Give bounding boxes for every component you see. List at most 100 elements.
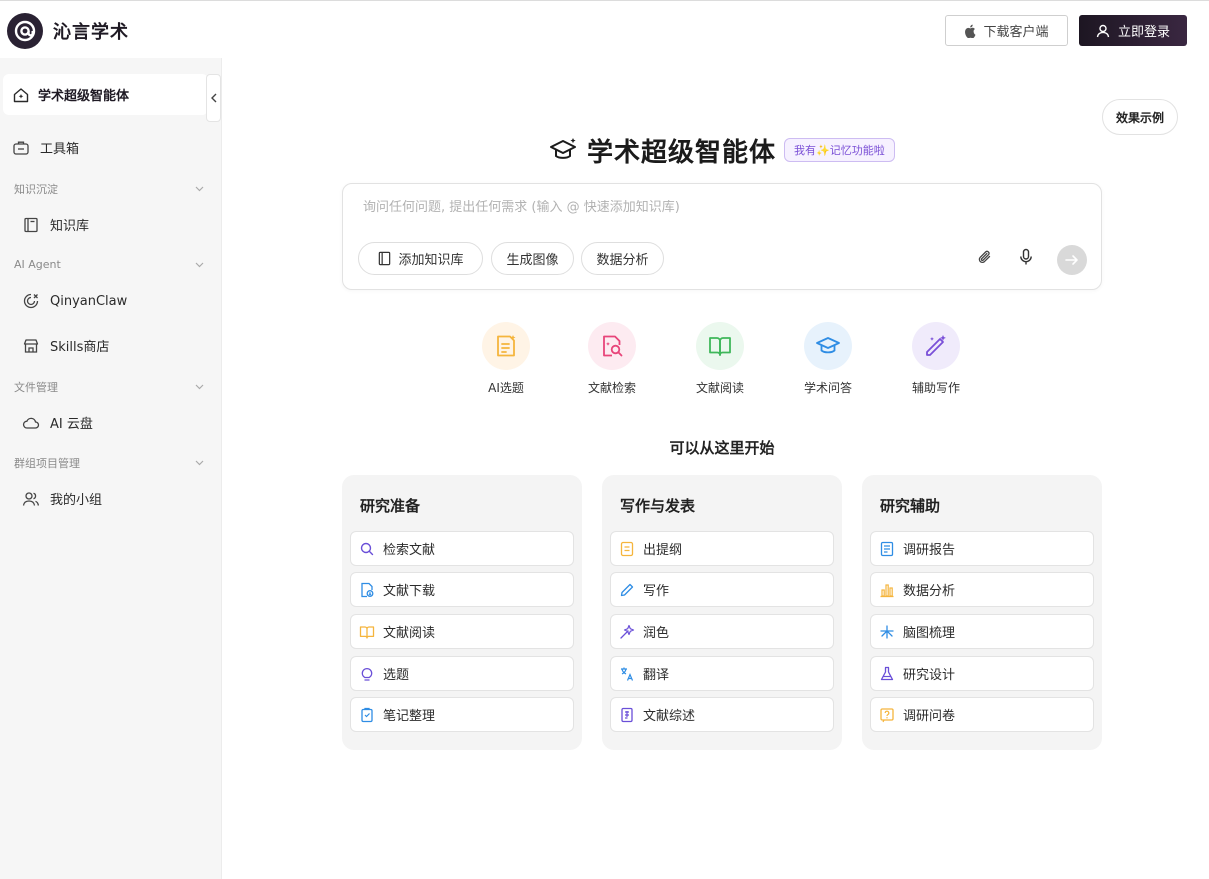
send-button[interactable] — [1057, 245, 1087, 275]
download-client-button[interactable]: 下载客户端 — [945, 15, 1068, 46]
feature-icon-circle — [482, 322, 530, 370]
feature-academic-qa[interactable]: 学术问答 — [783, 322, 873, 396]
pencil-icon — [620, 583, 634, 596]
chip-label: 添加知识库 — [398, 253, 464, 268]
card-item-research-design[interactable]: 研究设计 — [870, 656, 1094, 691]
feature-icon-circle — [696, 322, 744, 370]
generate-image-chip[interactable]: 生成图像 — [491, 242, 574, 275]
doc-search-icon — [603, 335, 623, 357]
review-icon — [621, 707, 633, 722]
chevron-down-icon — [195, 186, 204, 192]
feature-label: 文献阅读 — [695, 381, 744, 395]
logo-at-icon — [14, 20, 36, 42]
sidebar-item-my-group[interactable]: 我的小组 — [22, 489, 102, 508]
translate-icon — [621, 667, 634, 681]
sidebar-group-title: 知识沉淀 — [14, 183, 58, 196]
card-item-search-literature[interactable]: 检索文献 — [350, 531, 574, 566]
memory-feature-badge[interactable]: 我有✨记忆功能啦 — [784, 138, 895, 162]
chevron-down-icon — [195, 262, 204, 267]
note-sparkle-icon — [497, 335, 516, 357]
logo[interactable] — [7, 13, 43, 49]
search-icon — [360, 542, 374, 555]
book-icon — [24, 217, 38, 232]
feature-literature-reading[interactable]: 文献阅读 — [675, 322, 765, 396]
card-item-label: 选题 — [383, 668, 410, 683]
feature-ai-topic[interactable]: AI选题 — [461, 322, 551, 396]
start-here-heading: 可以从这里开始 — [669, 439, 775, 457]
sidebar-item-qinyanclaw[interactable]: QinyanClaw — [22, 292, 127, 310]
flask-icon — [880, 666, 894, 680]
card-item-data-analysis[interactable]: 数据分析 — [870, 572, 1094, 607]
sidebar-group-title: 文件管理 — [14, 381, 58, 394]
sidebar-group-knowledge[interactable]: 知识沉淀 — [14, 181, 204, 197]
card-item-mindmap[interactable]: 脑图梳理 — [870, 614, 1094, 649]
outline-icon — [620, 541, 634, 556]
attachment-icon[interactable] — [976, 248, 994, 266]
feature-icon-circle — [804, 322, 852, 370]
sidebar-item-label: 工具箱 — [40, 142, 80, 157]
cloud-icon — [22, 417, 40, 429]
chat-composer: 添加知识库 生成图像 数据分析 — [342, 183, 1102, 290]
chevron-down-icon — [195, 460, 204, 466]
login-label: 立即登录 — [1117, 25, 1170, 40]
toolbox-icon — [13, 141, 29, 155]
card-writing-publishing: 写作与发表 出提纲 写作 润色 翻译 文献综述 — [602, 475, 842, 750]
sidebar-item-knowledge-base[interactable]: 知识库 — [22, 215, 89, 234]
card-item-write[interactable]: 写作 — [610, 572, 834, 607]
card-item-notes[interactable]: 笔记整理 — [350, 697, 574, 732]
sidebar-item-toolbox[interactable]: 工具箱 — [12, 138, 79, 157]
mindmap-icon — [880, 624, 894, 639]
feature-writing-assist[interactable]: 辅助写作 — [891, 322, 981, 396]
top-header: 沁言学术 下载客户端 立即登录 — [0, 0, 1209, 58]
sidebar-item-label: 知识库 — [50, 219, 90, 234]
report-icon — [880, 541, 894, 556]
login-button[interactable]: 立即登录 — [1079, 15, 1187, 46]
card-item-label: 检索文献 — [383, 543, 436, 558]
card-item-label: 数据分析 — [903, 584, 956, 599]
card-item-label: 文献综述 — [643, 709, 696, 724]
doc-download-icon — [361, 582, 374, 597]
clipboard-icon — [361, 707, 373, 722]
chevron-down-icon — [195, 384, 204, 390]
polish-icon — [620, 624, 635, 639]
card-item-topic[interactable]: 选题 — [350, 656, 574, 691]
sidebar-item-super-agent[interactable]: 学术超级智能体 — [3, 74, 208, 115]
chat-input[interactable] — [363, 200, 1063, 215]
sidebar-item-ai-cloud[interactable]: AI 云盘 — [22, 413, 93, 432]
sidebar-group-ai-agent[interactable]: AI Agent — [14, 258, 204, 271]
microphone-icon[interactable] — [1017, 248, 1035, 266]
card-item-outline[interactable]: 出提纲 — [610, 531, 834, 566]
data-analysis-chip[interactable]: 数据分析 — [581, 242, 664, 275]
card-item-label: 文献下载 — [383, 584, 436, 599]
store-icon — [23, 338, 39, 353]
card-item-download-literature[interactable]: 文献下载 — [350, 572, 574, 607]
card-item-research-report[interactable]: 调研报告 — [870, 531, 1094, 566]
claw-icon — [23, 293, 39, 309]
users-icon — [22, 491, 40, 506]
open-book-icon — [709, 337, 731, 356]
sidebar-item-skills-store[interactable]: Skills商店 — [22, 336, 109, 355]
sidebar-collapse-button[interactable] — [206, 74, 221, 122]
card-item-read-literature[interactable]: 文献阅读 — [350, 614, 574, 649]
card-research-assist: 研究辅助 调研报告 数据分析 脑图梳理 研究设计 调研问卷 — [862, 475, 1102, 750]
add-knowledge-base-chip[interactable]: 添加知识库 — [358, 242, 483, 275]
card-item-questionnaire[interactable]: 调研问卷 — [870, 697, 1094, 732]
user-icon — [1096, 24, 1110, 37]
card-item-label: 翻译 — [643, 668, 670, 683]
sidebar-group-files[interactable]: 文件管理 — [14, 379, 204, 395]
feature-literature-search[interactable]: 文献检索 — [567, 322, 657, 396]
examples-button[interactable]: 效果示例 — [1102, 99, 1178, 135]
magic-pen-icon — [926, 335, 946, 356]
card-item-polish[interactable]: 润色 — [610, 614, 834, 649]
card-title: 研究准备 — [360, 497, 421, 515]
card-item-translate[interactable]: 翻译 — [610, 656, 834, 691]
book-icon — [359, 625, 375, 639]
book-icon — [379, 251, 391, 266]
feature-icon-circle — [912, 322, 960, 370]
sidebar-group-projects[interactable]: 群组项目管理 — [14, 455, 204, 471]
card-item-lit-review[interactable]: 文献综述 — [610, 697, 834, 732]
card-title: 研究辅助 — [880, 497, 941, 515]
card-item-label: 文献阅读 — [383, 626, 436, 641]
feature-label: 文献检索 — [587, 381, 636, 395]
chip-label: 生成图像 — [506, 253, 559, 268]
